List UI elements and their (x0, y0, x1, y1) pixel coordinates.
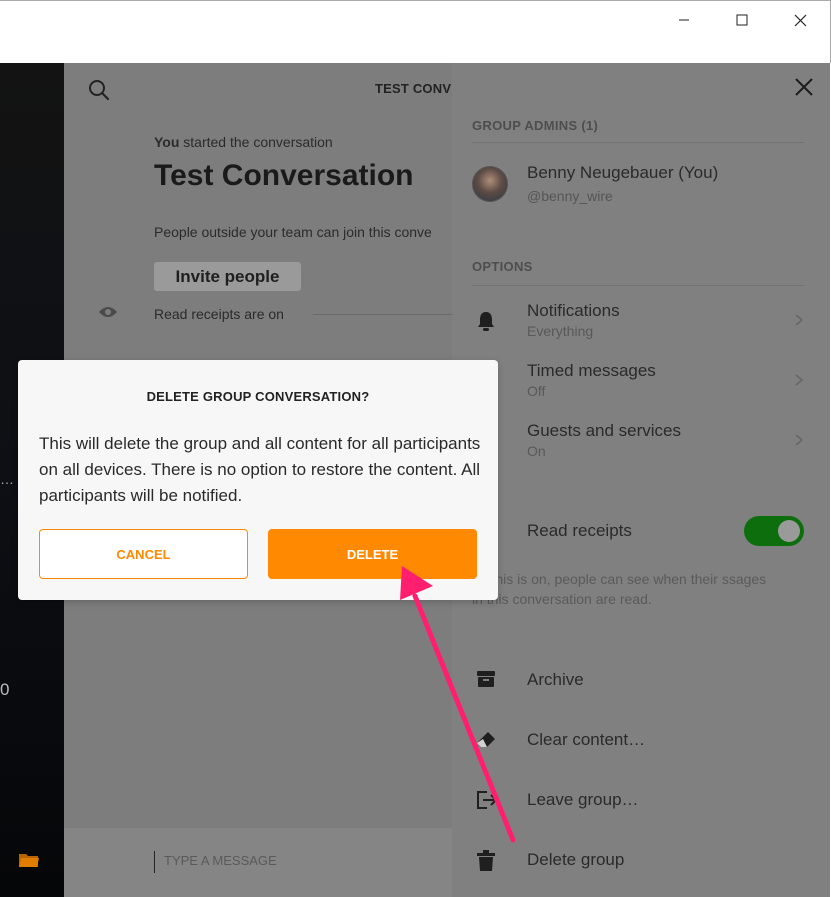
minimize-button[interactable] (655, 1, 713, 39)
dialog-message: This will delete the group and all conte… (39, 434, 481, 505)
eye-icon (98, 305, 118, 324)
group-admins-heading: GROUP ADMINS (1) (472, 118, 599, 133)
conversation-details-panel: GROUP ADMINS (1) Benny Neugebauer (You) … (452, 63, 830, 897)
chevron-right-icon[interactable] (794, 313, 804, 332)
eraser-icon (476, 730, 496, 755)
option-timed-messages-label[interactable]: Timed messages (527, 361, 656, 381)
read-receipts-toggle[interactable] (744, 516, 804, 546)
archive-action[interactable]: Archive (527, 670, 584, 690)
option-guests-services-value: On (527, 443, 546, 459)
divider (472, 285, 804, 286)
message-input[interactable]: TYPE A MESSAGE (164, 853, 277, 868)
leave-group-action[interactable]: Leave group… (527, 790, 639, 810)
conversation-title: Test Conversation (154, 159, 414, 192)
sidebar-partial-number: 0 (0, 680, 10, 699)
archive-icon (476, 669, 496, 694)
window-close-button[interactable] (771, 1, 829, 39)
read-receipts-status: Read receipts are on (154, 306, 284, 322)
close-icon (794, 14, 806, 26)
read-receipts-description: en this is on, people can see when their… (472, 571, 767, 607)
divider (472, 142, 804, 143)
cancel-button[interactable]: CANCEL (39, 529, 248, 579)
chevron-right-icon[interactable] (794, 373, 804, 392)
conversation-header-title: TEST CONV (375, 81, 452, 96)
invite-people-button[interactable]: Invite people (154, 262, 301, 291)
bell-icon (476, 310, 496, 337)
close-icon[interactable] (794, 77, 814, 102)
toggle-knob (778, 520, 800, 542)
option-timed-messages-value: Off (527, 383, 546, 399)
clear-content-action[interactable]: Clear content… (527, 730, 645, 750)
admin-name[interactable]: Benny Neugebauer (You) (527, 163, 718, 183)
text-caret (154, 851, 155, 873)
option-guests-services-label[interactable]: Guests and services (527, 421, 681, 441)
chevron-right-icon[interactable] (794, 433, 804, 452)
delete-group-dialog: DELETE GROUP CONVERSATION? This will del… (18, 360, 498, 600)
trash-icon (476, 850, 496, 877)
maximize-button[interactable] (713, 1, 771, 39)
guest-access-text: People outside your team can join this c… (154, 224, 432, 240)
option-notifications-value: Everything (527, 323, 594, 339)
avatar[interactable] (472, 166, 508, 202)
admin-handle: @benny_wire (527, 188, 613, 204)
options-heading: OPTIONS (472, 259, 533, 274)
minimize-icon (679, 19, 689, 21)
started-text: started the conversation (179, 134, 333, 150)
conversation-started-text: You started the conversation (154, 134, 333, 150)
dialog-title: DELETE GROUP CONVERSATION? (146, 389, 370, 404)
read-receipts-label: Read receipts (527, 521, 632, 540)
leave-icon (476, 790, 498, 815)
window-titlebar (0, 0, 831, 63)
delete-group-action[interactable]: Delete group (527, 850, 624, 870)
maximize-icon (736, 14, 748, 26)
divider (313, 314, 452, 315)
delete-button[interactable]: DELETE (268, 529, 477, 579)
folder-icon[interactable] (18, 851, 40, 874)
sidebar-ellipsis: … (0, 471, 15, 487)
started-by-name: You (154, 134, 180, 150)
search-icon[interactable] (88, 79, 110, 106)
option-notifications-label[interactable]: Notifications (527, 301, 620, 321)
